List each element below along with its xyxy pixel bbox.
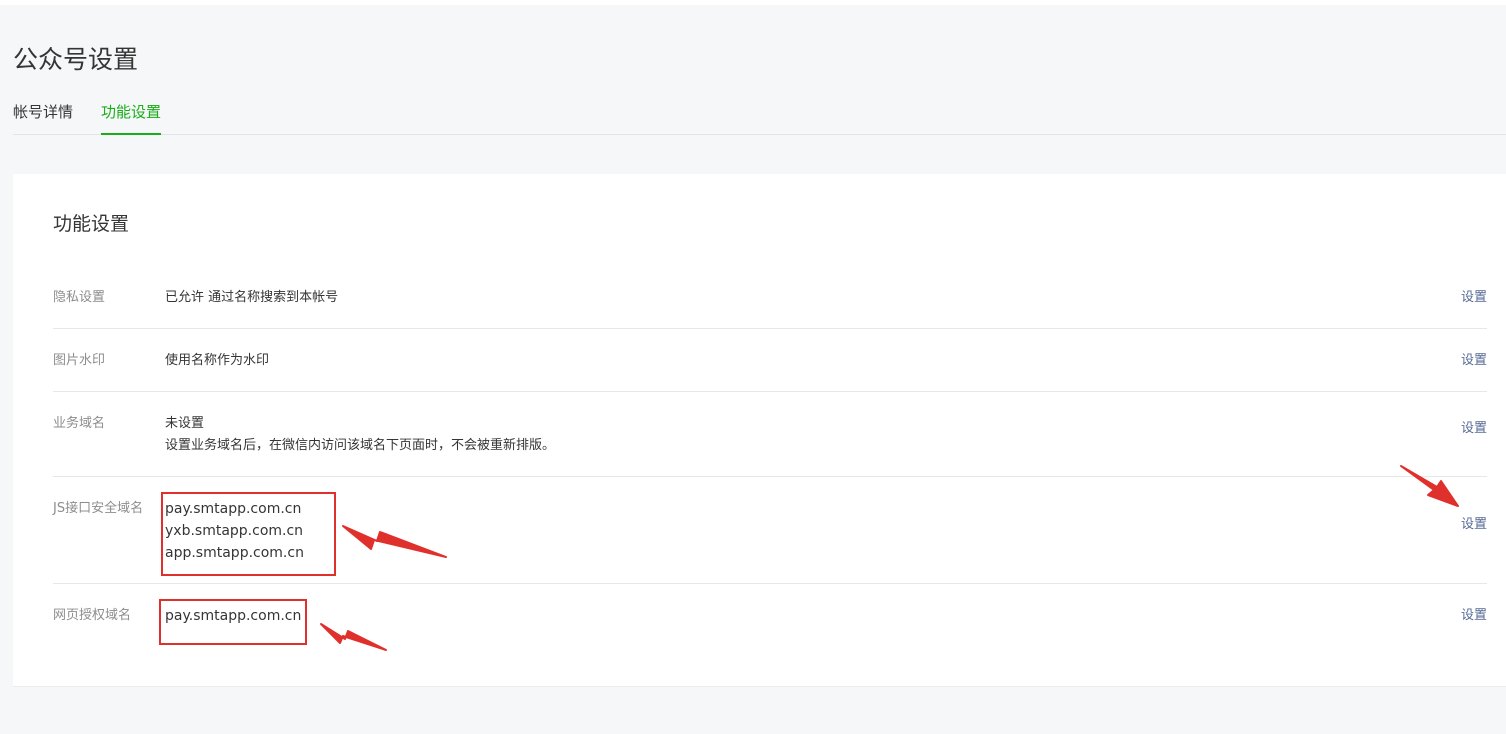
settings-row-watermark: 图片水印 使用名称作为水印 设置 xyxy=(53,350,1487,392)
tab-function-settings[interactable]: 功能设置 xyxy=(101,100,162,135)
row-value-line: 使用名称作为水印 xyxy=(165,353,270,368)
js-safe-domain-settings-button[interactable]: 设置 xyxy=(1461,514,1487,536)
business-domain-settings-button[interactable]: 设置 xyxy=(1461,418,1487,440)
settings-row-business-domain: 业务域名 未设置 设置业务域名后，在微信内访问该域名下页面时，不会被重新排版。 … xyxy=(53,413,1487,477)
row-label: 图片水印 xyxy=(53,353,106,368)
section-title: 功能设置 xyxy=(53,213,130,235)
row-value: 已允许 通过名称搜索到本帐号 xyxy=(165,287,338,309)
annotation-box-web-auth-domain xyxy=(159,599,307,645)
row-value: 使用名称作为水印 xyxy=(165,350,269,372)
privacy-settings-button[interactable]: 设置 xyxy=(1461,287,1487,309)
settings-row-privacy: 隐私设置 已允许 通过名称搜索到本帐号 设置 xyxy=(53,287,1487,329)
row-label: JS接口安全域名 xyxy=(53,501,144,516)
row-value: 未设置 设置业务域名后，在微信内访问该域名下页面时，不会被重新排版。 xyxy=(165,413,555,457)
row-value-line: 未设置 xyxy=(165,416,205,431)
row-value-hint: 设置业务域名后，在微信内访问该域名下页面时，不会被重新排版。 xyxy=(165,438,556,453)
watermark-settings-button[interactable]: 设置 xyxy=(1461,350,1487,372)
row-value-line: 已允许 通过名称搜索到本帐号 xyxy=(165,290,339,305)
row-label: 业务域名 xyxy=(53,416,106,431)
web-auth-domain-settings-button[interactable]: 设置 xyxy=(1461,605,1487,627)
row-label: 网页授权域名 xyxy=(53,608,132,623)
tab-account-details[interactable]: 帐号详情 xyxy=(13,100,73,133)
row-label: 隐私设置 xyxy=(53,290,106,305)
annotation-box-js-domains xyxy=(161,492,336,576)
tab-bar: 帐号详情 功能设置 xyxy=(13,100,1506,135)
page-title: 公众号设置 xyxy=(13,45,139,74)
